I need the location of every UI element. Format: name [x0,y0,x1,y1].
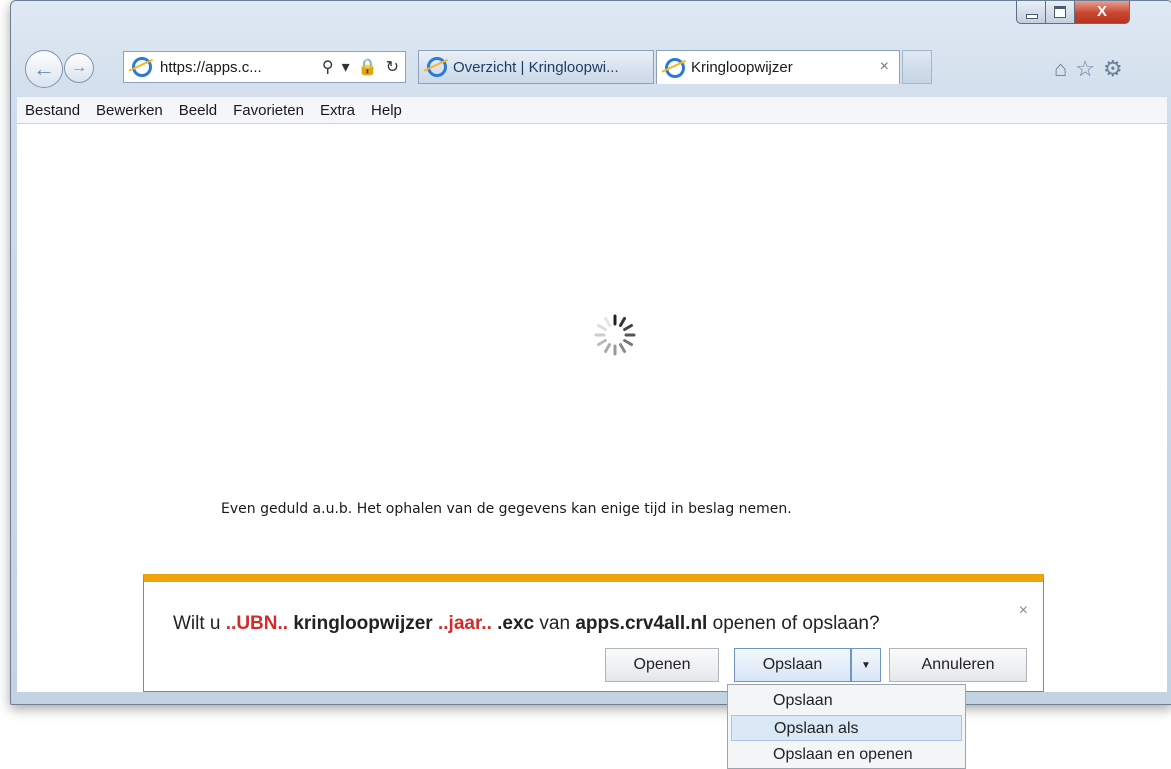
back-arrow-icon: ← [33,56,55,81]
cancel-button[interactable]: Annuleren [889,648,1027,682]
menu-item-save[interactable]: Opslaan [731,688,962,714]
ie-tab-icon [427,57,447,77]
new-tab-button[interactable] [902,50,932,84]
menu-item-save-as[interactable]: Opslaan als [731,715,962,741]
menu-beeld[interactable]: Beeld [171,102,225,119]
notification-close-icon[interactable]: × [1019,602,1028,620]
file-name: kringloopwijzer [293,613,433,634]
menu-item-save-and-open[interactable]: Opslaan en openen [731,742,962,768]
question-suffix: openen of opslaan? [712,613,880,634]
dropdown-arrow-icon[interactable]: ▾ [342,57,350,77]
save-button[interactable]: Opslaan [734,648,851,682]
tab-kringloopwijzer[interactable]: Kringloopwijzer × [656,50,900,84]
tab-label: Overzicht | Kringloopwi... [453,58,619,76]
back-button[interactable]: ← [25,50,63,88]
address-bar[interactable]: https://apps.c... ⚲ ▾ 🔒 ↻ [123,51,406,83]
loading-message: Even geduld a.u.b. Het ophalen van de ge… [221,501,792,517]
forward-button[interactable]: → [64,53,94,83]
source-site: apps.crv4all.nl [575,613,708,634]
home-icon[interactable]: ⌂ [1054,56,1067,82]
address-url: https://apps.c... [160,58,262,76]
minimize-button[interactable] [1016,1,1046,24]
maximize-button[interactable] [1045,1,1075,24]
favorites-star-icon[interactable]: ☆ [1075,56,1095,82]
refresh-icon[interactable]: ↻ [386,57,399,77]
close-window-button[interactable]: X [1074,1,1130,24]
ubn-placeholder: ..UBN.. [225,613,289,634]
menu-bar: Bestand Bewerken Beeld Favorieten Extra … [17,97,1167,124]
open-button[interactable]: Openen [605,648,719,682]
lock-icon[interactable]: 🔒 [358,57,378,77]
question-van: van [539,613,571,634]
save-options-menu: Opslaan Opslaan als Opslaan en openen [727,684,966,769]
menu-favorieten[interactable]: Favorieten [225,102,312,119]
menu-extra[interactable]: Extra [312,102,363,119]
search-icon[interactable]: ⚲ [322,57,334,77]
gear-icon[interactable]: ⚙ [1103,56,1123,82]
chevron-down-icon: ▼ [861,659,871,671]
menu-bewerken[interactable]: Bewerken [88,102,171,119]
save-options-dropdown-button[interactable]: ▼ [851,648,881,682]
menu-help[interactable]: Help [363,102,410,119]
menu-bestand[interactable]: Bestand [17,102,88,119]
question-prefix: Wilt u [173,613,221,634]
ie-logo-icon [132,57,152,77]
ie-tab-icon [665,57,685,78]
download-notification-bar: Wilt u ..UBN.. kringloopwijzer ..jaar.. … [143,574,1044,692]
year-placeholder: ..jaar.. [437,613,492,634]
loading-spinner-icon [594,314,636,356]
tab-label: Kringloopwijzer [691,59,793,76]
file-extension: .exc [497,613,535,634]
tab-overzicht[interactable]: Overzicht | Kringloopwi... [418,50,654,84]
forward-arrow-icon: → [71,59,87,76]
download-question: Wilt u ..UBN.. kringloopwijzer ..jaar.. … [173,613,880,635]
tab-close-icon[interactable]: × [880,58,889,76]
